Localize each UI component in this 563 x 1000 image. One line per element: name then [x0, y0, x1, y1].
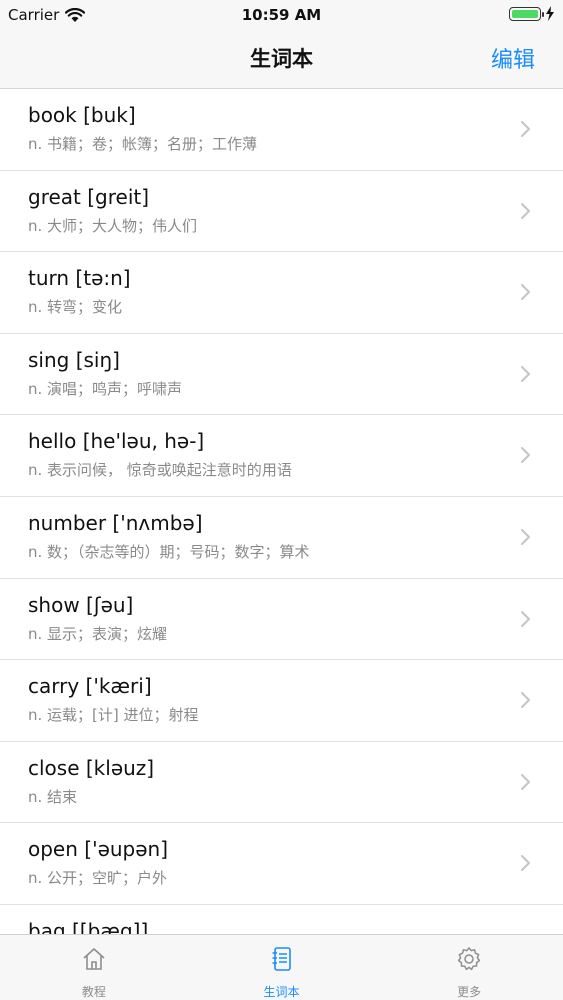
gear-icon	[458, 947, 481, 971]
tab-label: 生词本	[263, 985, 300, 999]
word-list[interactable]: book [buk] n. 书籍；卷；帐簿；名册；工作薄 great [greit]…	[0, 89, 563, 934]
tab-tutorial[interactable]: 教程	[0, 935, 188, 1000]
word-row[interactable]: bag [[bæg]]	[0, 905, 563, 934]
chevron-right-icon	[521, 692, 530, 709]
chevron-right-icon	[521, 202, 530, 219]
word-definition: n. 显示；表演；炫耀	[28, 624, 168, 643]
chevron-right-icon	[521, 855, 530, 872]
word-text: bag [[bæg]]	[28, 918, 149, 934]
chevron-right-icon	[521, 610, 530, 627]
word-row[interactable]: open ['əupən] n. 公开；空旷；户外	[0, 823, 563, 905]
word-text: sing [siŋ]	[28, 347, 120, 372]
tab-label: 更多	[457, 985, 482, 999]
chevron-right-icon	[521, 773, 530, 790]
word-definition: n. 运载；[计] 进位；射程	[28, 706, 199, 725]
status-right	[509, 6, 555, 21]
chevron-right-icon	[521, 284, 530, 301]
navigation-bar: 生词本 编辑	[0, 30, 563, 89]
chevron-right-icon	[521, 447, 530, 464]
word-definition: n. 大师；大人物；伟人们	[28, 216, 198, 235]
word-row[interactable]: sing [siŋ] n. 演唱；鸣声；呼啸声	[0, 334, 563, 416]
notebook-icon	[272, 947, 291, 971]
charging-bolt-icon	[546, 6, 554, 21]
word-row[interactable]: hello [he'ləu, hə-] n. 表示问候， 惊奇或唤起注意时的用语	[0, 415, 563, 497]
word-text: great [greit]	[28, 184, 150, 209]
word-definition: n. 演唱；鸣声；呼啸声	[28, 379, 183, 398]
tab-bar: 教程 生词本 更多	[0, 934, 563, 1000]
word-text: carry ['kæri]	[28, 674, 152, 699]
word-text: number ['nʌmbə]	[28, 510, 203, 535]
word-definition: n. 公开；空旷；户外	[28, 869, 168, 888]
tab-label: 教程	[81, 985, 106, 999]
status-bar: Carrier 10:59 AM	[0, 0, 563, 30]
tab-more[interactable]: 更多	[375, 935, 563, 1000]
tab-vocabulary[interactable]: 生词本	[188, 935, 376, 1000]
home-icon	[83, 948, 105, 970]
word-text: close [kləuz]	[28, 755, 155, 780]
word-row[interactable]: close [kləuz] n. 结束	[0, 742, 563, 824]
page-title: 生词本	[250, 47, 313, 71]
word-text: show [ʃəu]	[28, 592, 134, 617]
word-text: book [buk]	[28, 103, 136, 127]
word-text: open ['əupən]	[28, 837, 169, 862]
word-row[interactable]: turn [tə:n] n. 转弯；变化	[0, 252, 563, 334]
chevron-right-icon	[521, 365, 530, 382]
battery-icon	[509, 6, 544, 21]
chevron-right-icon	[521, 121, 530, 137]
word-row[interactable]: carry ['kæri] n. 运载；[计] 进位；射程	[0, 660, 563, 742]
word-row[interactable]: number ['nʌmbə] n. 数；（杂志等的）期；号码；数字；算术	[0, 497, 563, 579]
word-row[interactable]: great [greit] n. 大师；大人物；伟人们	[0, 171, 563, 253]
edit-button[interactable]: 编辑	[491, 42, 535, 74]
word-definition: n. 数；（杂志等的）期；号码；数字；算术	[28, 542, 310, 561]
word-text: hello [he'ləu, hə-]	[28, 429, 205, 454]
word-definition: n. 结束	[28, 787, 78, 806]
word-definition: n. 书籍；卷；帐簿；名册；工作薄	[28, 135, 258, 153]
word-definition: n. 转弯；变化	[28, 298, 123, 317]
chevron-right-icon	[521, 528, 530, 545]
word-row[interactable]: show [ʃəu] n. 显示；表演；炫耀	[0, 579, 563, 661]
word-definition: n. 表示问候， 惊奇或唤起注意时的用语	[28, 461, 292, 480]
status-time: 10:59 AM	[241, 6, 322, 24]
word-row[interactable]: book [buk] n. 书籍；卷；帐簿；名册；工作薄	[0, 89, 563, 171]
word-text: turn [tə:n]	[28, 266, 131, 291]
